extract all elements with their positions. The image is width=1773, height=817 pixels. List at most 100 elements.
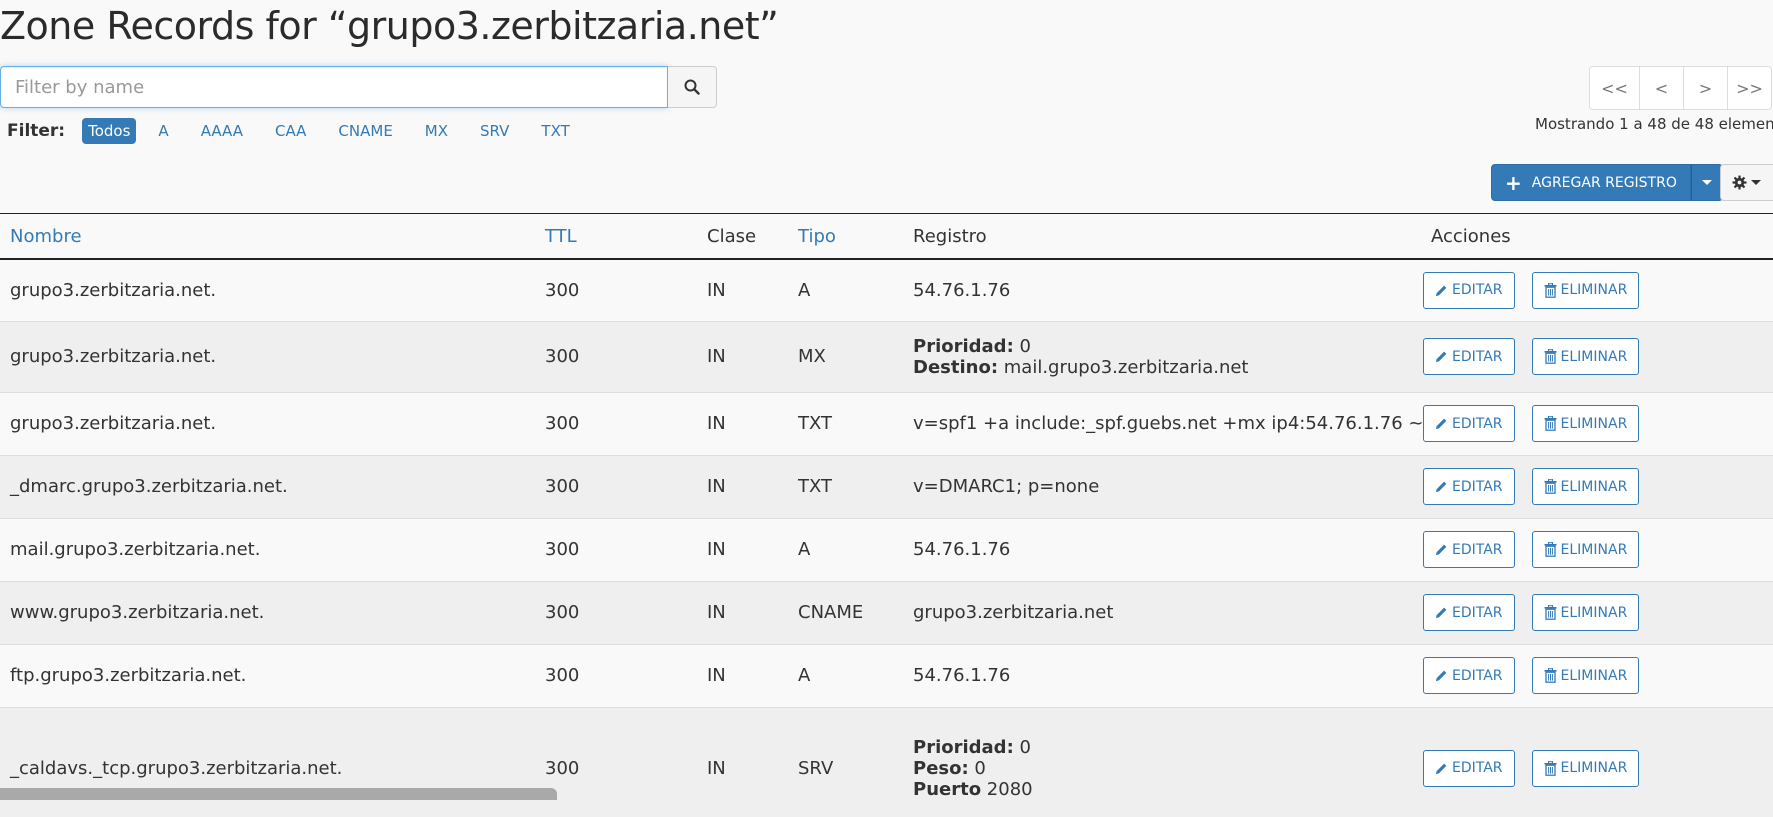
page-title: Zone Records for “grupo3.zerbitzaria.net…	[0, 4, 779, 48]
record-class: IN	[697, 643, 788, 707]
delete-button[interactable]: ELIMINAR	[1531, 405, 1640, 442]
record-type: TXT	[788, 391, 903, 455]
filter-mx[interactable]: MX	[419, 118, 454, 144]
pager-last-button[interactable]: >>	[1727, 67, 1771, 109]
record-type: SRV	[788, 706, 903, 817]
filter-todos[interactable]: Todos	[82, 118, 137, 144]
pager-first-button[interactable]: <<	[1590, 67, 1639, 109]
delete-label: ELIMINAR	[1560, 282, 1628, 299]
delete-label: ELIMINAR	[1560, 667, 1628, 684]
edit-button[interactable]: EDITAR	[1423, 468, 1515, 505]
column-header-name[interactable]: Nombre	[0, 213, 535, 260]
trash-icon	[1544, 760, 1557, 776]
record-class: IN	[697, 258, 788, 321]
edit-button[interactable]: EDITAR	[1423, 531, 1515, 568]
record-actions: EDITAR ELIMINAR	[1411, 517, 1773, 581]
trash-icon	[1544, 349, 1557, 364]
plus-icon: +	[1505, 170, 1522, 195]
field-label: Prioridad:	[913, 736, 1014, 758]
record-value: 54.76.1.76	[903, 643, 1411, 707]
delete-label: ELIMINAR	[1560, 348, 1628, 365]
field-value: mail.grupo3.zerbitzaria.net	[1003, 356, 1249, 378]
record-value: grupo3.zerbitzaria.net	[903, 580, 1411, 644]
filter-label: Filter:	[7, 121, 66, 141]
column-header-type[interactable]: Tipo	[788, 213, 903, 260]
table-row: mail.grupo3.zerbitzaria.net. 300 IN A 54…	[0, 517, 1773, 581]
trash-icon	[1544, 416, 1557, 431]
field-label: Prioridad:	[913, 335, 1014, 357]
pagination-info: Mostrando 1 a 48 de 48 elementos	[1535, 115, 1773, 133]
table-row: grupo3.zerbitzaria.net. 300 IN TXT v=spf…	[0, 391, 1773, 455]
record-value: v=spf1 +a include:_spf.guebs.net +mx ip4…	[903, 391, 1445, 455]
delete-button[interactable]: ELIMINAR	[1531, 531, 1640, 568]
record-name: _caldavs._tcp.grupo3.zerbitzaria.net.	[0, 706, 535, 817]
record-ttl: 300	[535, 580, 697, 644]
record-field: Peso: 0	[913, 758, 1411, 779]
record-field: Destino: mail.grupo3.zerbitzaria.net	[913, 357, 1411, 378]
edit-label: EDITAR	[1452, 760, 1503, 777]
delete-button[interactable]: ELIMINAR	[1531, 338, 1640, 375]
delete-button[interactable]: ELIMINAR	[1531, 594, 1640, 631]
filter-cname[interactable]: CNAME	[332, 118, 398, 144]
record-value: Prioridad: 0 Destino: mail.grupo3.zerbit…	[903, 320, 1411, 392]
record-value: 54.76.1.76	[903, 258, 1411, 321]
filter-a[interactable]: A	[152, 118, 174, 144]
record-class: IN	[697, 391, 788, 455]
trash-icon	[1544, 282, 1557, 298]
column-header-actions: Acciones	[1411, 213, 1773, 260]
pencil-icon	[1435, 481, 1447, 493]
record-field: Prioridad: 0	[913, 336, 1411, 357]
field-label: Peso:	[913, 757, 969, 779]
record-ttl: 300	[535, 643, 697, 707]
pencil-icon	[1435, 351, 1447, 363]
add-record-dropdown-toggle[interactable]	[1690, 164, 1723, 201]
edit-button[interactable]: EDITAR	[1423, 657, 1515, 694]
delete-label: ELIMINAR	[1560, 760, 1628, 777]
table-row: grupo3.zerbitzaria.net. 300 IN A 54.76.1…	[0, 258, 1773, 321]
table-header-row: Nombre TTL Clase Tipo Registro Acciones	[0, 213, 1773, 260]
edit-button[interactable]: EDITAR	[1423, 338, 1515, 375]
record-ttl: 300	[535, 320, 697, 392]
settings-button[interactable]	[1720, 164, 1773, 201]
delete-label: ELIMINAR	[1560, 604, 1628, 621]
delete-button[interactable]: ELIMINAR	[1531, 749, 1640, 787]
pencil-icon	[1435, 763, 1447, 774]
filter-caa[interactable]: CAA	[269, 118, 312, 144]
edit-button[interactable]: EDITAR	[1423, 749, 1515, 787]
add-record-group: + AGREGAR REGISTRO	[1491, 164, 1723, 201]
edit-label: EDITAR	[1452, 348, 1503, 365]
pager-next-button[interactable]: >	[1683, 67, 1727, 109]
delete-button[interactable]: ELIMINAR	[1531, 657, 1640, 694]
column-header-ttl[interactable]: TTL	[535, 213, 697, 260]
record-name: ftp.grupo3.zerbitzaria.net.	[0, 643, 535, 707]
record-class: IN	[697, 454, 788, 518]
delete-button[interactable]: ELIMINAR	[1531, 271, 1640, 309]
record-name: mail.grupo3.zerbitzaria.net.	[0, 517, 535, 581]
zone-records-table: Nombre TTL Clase Tipo Registro Acciones …	[0, 213, 1773, 817]
delete-button[interactable]: ELIMINAR	[1531, 468, 1640, 505]
trash-icon	[1544, 479, 1557, 494]
field-value: 0	[974, 757, 986, 779]
table-row: www.grupo3.zerbitzaria.net. 300 IN CNAME…	[0, 580, 1773, 644]
pager-prev-button[interactable]: <	[1639, 67, 1683, 109]
record-class: IN	[697, 320, 788, 392]
search-button[interactable]	[668, 66, 717, 108]
filter-txt[interactable]: TXT	[535, 118, 575, 144]
record-actions: EDITAR ELIMINAR	[1411, 454, 1773, 518]
pagination: << < > >>	[1589, 66, 1772, 110]
trash-icon	[1544, 668, 1557, 683]
edit-button[interactable]: EDITAR	[1423, 405, 1515, 442]
delete-label: ELIMINAR	[1560, 478, 1628, 495]
edit-button[interactable]: EDITAR	[1423, 594, 1515, 631]
caret-down-icon	[1701, 180, 1712, 185]
pencil-icon	[1435, 607, 1447, 619]
filter-aaaa[interactable]: AAAA	[195, 118, 249, 144]
trash-icon	[1544, 605, 1557, 620]
delete-label: ELIMINAR	[1560, 415, 1628, 432]
filter-srv[interactable]: SRV	[474, 118, 515, 144]
record-name: _dmarc.grupo3.zerbitzaria.net.	[0, 454, 535, 518]
search-input[interactable]	[0, 66, 668, 108]
record-ttl: 300	[535, 454, 697, 518]
add-record-button[interactable]: + AGREGAR REGISTRO	[1491, 164, 1691, 201]
edit-button[interactable]: EDITAR	[1423, 271, 1515, 309]
